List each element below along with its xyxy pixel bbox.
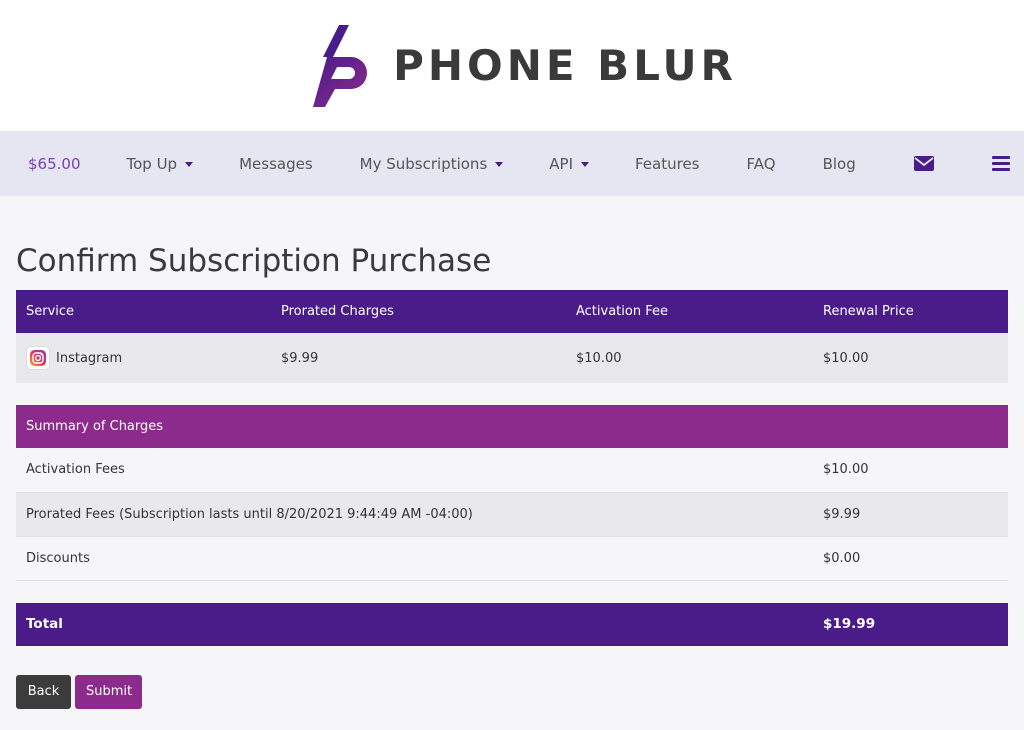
chevron-down-icon [185,161,194,167]
total-value: $19.99 [823,616,876,632]
table-row: Instagram $9.99 $10.00 $10.00 [16,333,1008,383]
back-button[interactable]: Back [16,674,71,709]
table-row: Prorated Fees (Subscription lasts until … [16,492,1009,536]
total-table: Total $19.99 [16,602,1008,646]
site-header: PHONE BLUR [0,0,1024,131]
nav-balance[interactable]: $65.00 [28,155,81,173]
service-name: Instagram [56,350,123,366]
brand-name: PHONE BLUR [393,41,737,90]
form-actions: Back Submit [16,674,1008,709]
summary-label: Discounts [26,550,90,566]
page-title: Confirm Subscription Purchase [16,243,492,279]
column-header-activation: Activation Fee [576,304,668,319]
subscription-table: Service Prorated Charges Activation Fee … [16,290,1008,383]
hamburger-menu-icon[interactable] [991,156,1010,171]
nav-my-subscriptions[interactable]: My Subscriptions [360,155,504,173]
nav-my-subscriptions-label: My Subscriptions [359,154,488,173]
table-row: Activation Fees $10.00 [16,448,1009,492]
chevron-down-icon [581,161,589,167]
total-row: Total $19.99 [16,602,1008,646]
main-content: Confirm Subscription Purchase Service Pr… [0,196,1024,709]
chevron-down-icon [495,161,504,167]
table-header-row: Service Prorated Charges Activation Fee … [16,290,1008,333]
nav-api[interactable]: API [549,155,589,173]
nav-messages[interactable]: Messages [239,155,313,173]
summary-label: Activation Fees [26,462,125,478]
summary-value: $10.00 [823,462,869,478]
column-header-renewal: Renewal Price [823,304,914,319]
renewal-price-cell: $10.00 [823,350,869,366]
nav-top-up[interactable]: Top Up [127,155,194,173]
nav-blog[interactable]: Blog [823,155,856,173]
summary-table: Summary of Charges Activation Fees $10.0… [16,405,1009,581]
summary-header-row: Summary of Charges [16,405,1009,448]
nav-features[interactable]: Features [635,155,700,173]
service-cell: Instagram [16,333,271,383]
table-row: Discounts $0.00 [16,536,1009,580]
nav-api-label: API [549,154,573,173]
envelope-icon[interactable] [913,156,934,171]
summary-value: $9.99 [823,506,861,522]
column-header-prorated: Prorated Charges [281,304,394,319]
submit-button[interactable]: Submit [75,674,142,709]
top-navbar: $65.00 Top Up Messages My Subscriptions … [0,131,1024,196]
nav-faq[interactable]: FAQ [747,155,776,173]
nav-top-up-label: Top Up [126,154,178,173]
activation-fee-cell: $10.00 [576,350,622,366]
column-header-service: Service [26,304,75,319]
instagram-icon [26,346,50,370]
total-label: Total [26,616,63,632]
prorated-charge-cell: $9.99 [281,350,319,366]
summary-label: Prorated Fees (Subscription lasts until … [26,506,473,522]
brand-logo[interactable]: PHONE BLUR [309,23,737,109]
summary-value: $0.00 [823,550,861,566]
phone-blur-logo-icon [313,24,368,107]
summary-header: Summary of Charges [26,419,164,434]
